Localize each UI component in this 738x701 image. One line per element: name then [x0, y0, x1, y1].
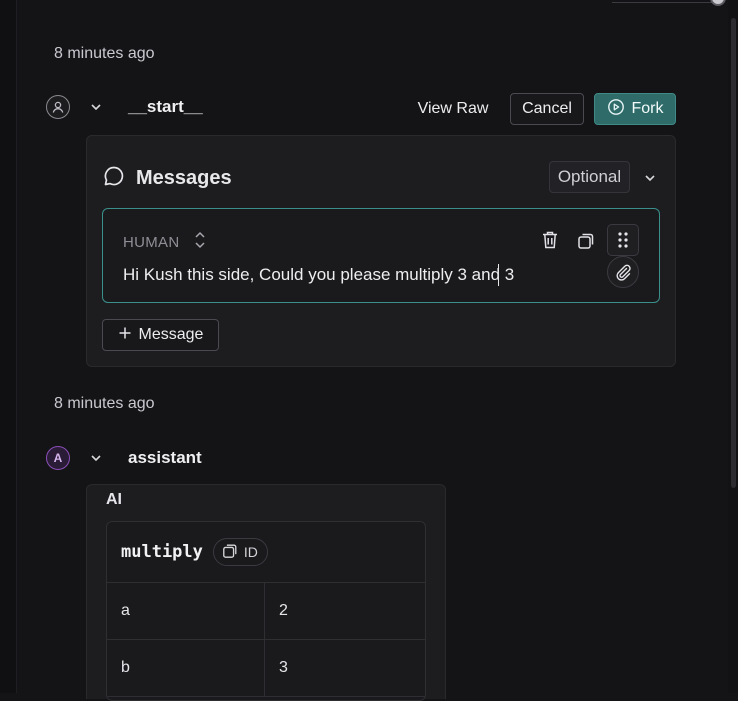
messages-header: Messages — [102, 164, 232, 193]
human-message-text[interactable]: Hi Kush this side, Could you please mult… — [123, 265, 514, 285]
top-slider-knob[interactable] — [710, 0, 726, 6]
arg-key: a — [107, 583, 265, 639]
role-label: HUMAN — [123, 234, 180, 251]
copy-id-button[interactable]: ID — [212, 538, 268, 566]
paperclip-icon[interactable] — [607, 256, 639, 288]
collapse-chevron-icon[interactable] — [640, 168, 660, 188]
tool-call-name: multiply — [121, 542, 203, 562]
node-header-start: __start__ — [46, 95, 203, 119]
tool-call-header: multiply ID — [107, 522, 425, 583]
chevron-down-icon[interactable] — [88, 450, 104, 466]
table-row: b 3 — [107, 640, 425, 697]
arg-value: 3 — [279, 659, 288, 676]
fork-label: Fork — [631, 100, 664, 117]
node-name: assistant — [128, 448, 202, 467]
arg-key: b — [107, 640, 265, 696]
left-gutter — [0, 0, 17, 693]
text-cursor — [498, 264, 499, 286]
user-icon — [46, 95, 70, 119]
sort-arrows-icon[interactable] — [194, 228, 206, 257]
copy-icon[interactable] — [575, 230, 597, 252]
trash-icon[interactable] — [539, 229, 561, 251]
node-name: __start__ — [128, 97, 203, 116]
messages-title: Messages — [136, 167, 232, 189]
entry-timestamp: 8 minutes ago — [54, 395, 155, 412]
assistant-avatar: A — [46, 446, 70, 470]
node-header-assistant: A assistant — [46, 446, 202, 470]
entry-timestamp: 8 minutes ago — [54, 45, 155, 62]
fork-button[interactable]: Fork — [594, 93, 676, 125]
ai-label: AI — [106, 491, 122, 508]
chat-bubble-icon — [102, 164, 126, 193]
top-slider-track — [612, 0, 722, 3]
table-row: a 2 — [107, 583, 425, 640]
add-message-button[interactable]: Message — [102, 319, 219, 351]
chevron-down-icon[interactable] — [88, 99, 104, 115]
cancel-button[interactable]: Cancel — [510, 93, 584, 125]
plus-icon — [118, 326, 132, 345]
arg-value: 2 — [279, 602, 288, 619]
add-message-label: Message — [138, 326, 204, 343]
optional-badge: Optional — [549, 161, 630, 193]
scrollbar-thumb[interactable] — [731, 18, 736, 488]
drag-handle-icon[interactable] — [607, 224, 639, 256]
scrollbar-track[interactable] — [728, 0, 738, 693]
id-label: ID — [243, 544, 258, 560]
copy-icon — [222, 543, 238, 562]
role-selector[interactable]: HUMAN — [123, 228, 206, 257]
tool-call-table: multiply ID a 2 b 3 — [106, 521, 426, 701]
fork-play-icon — [607, 98, 625, 121]
view-raw-button[interactable]: View Raw — [412, 93, 494, 125]
